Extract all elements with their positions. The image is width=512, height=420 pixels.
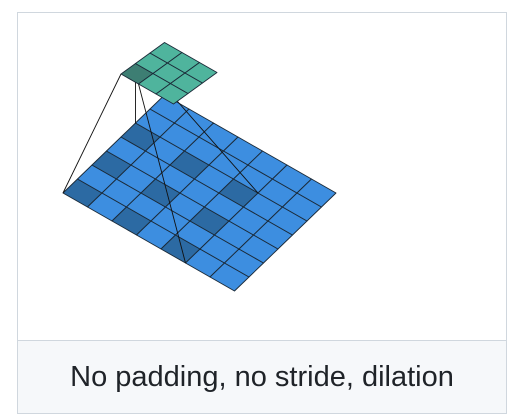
caption-bar: No padding, no stride, dilation xyxy=(18,340,506,413)
input-grid xyxy=(62,94,337,292)
convolution-diagram xyxy=(18,13,506,340)
figure-card: No padding, no stride, dilation xyxy=(17,12,507,414)
dilated-convolution-illustration xyxy=(62,42,337,292)
figure-caption: No padding, no stride, dilation xyxy=(70,360,454,393)
